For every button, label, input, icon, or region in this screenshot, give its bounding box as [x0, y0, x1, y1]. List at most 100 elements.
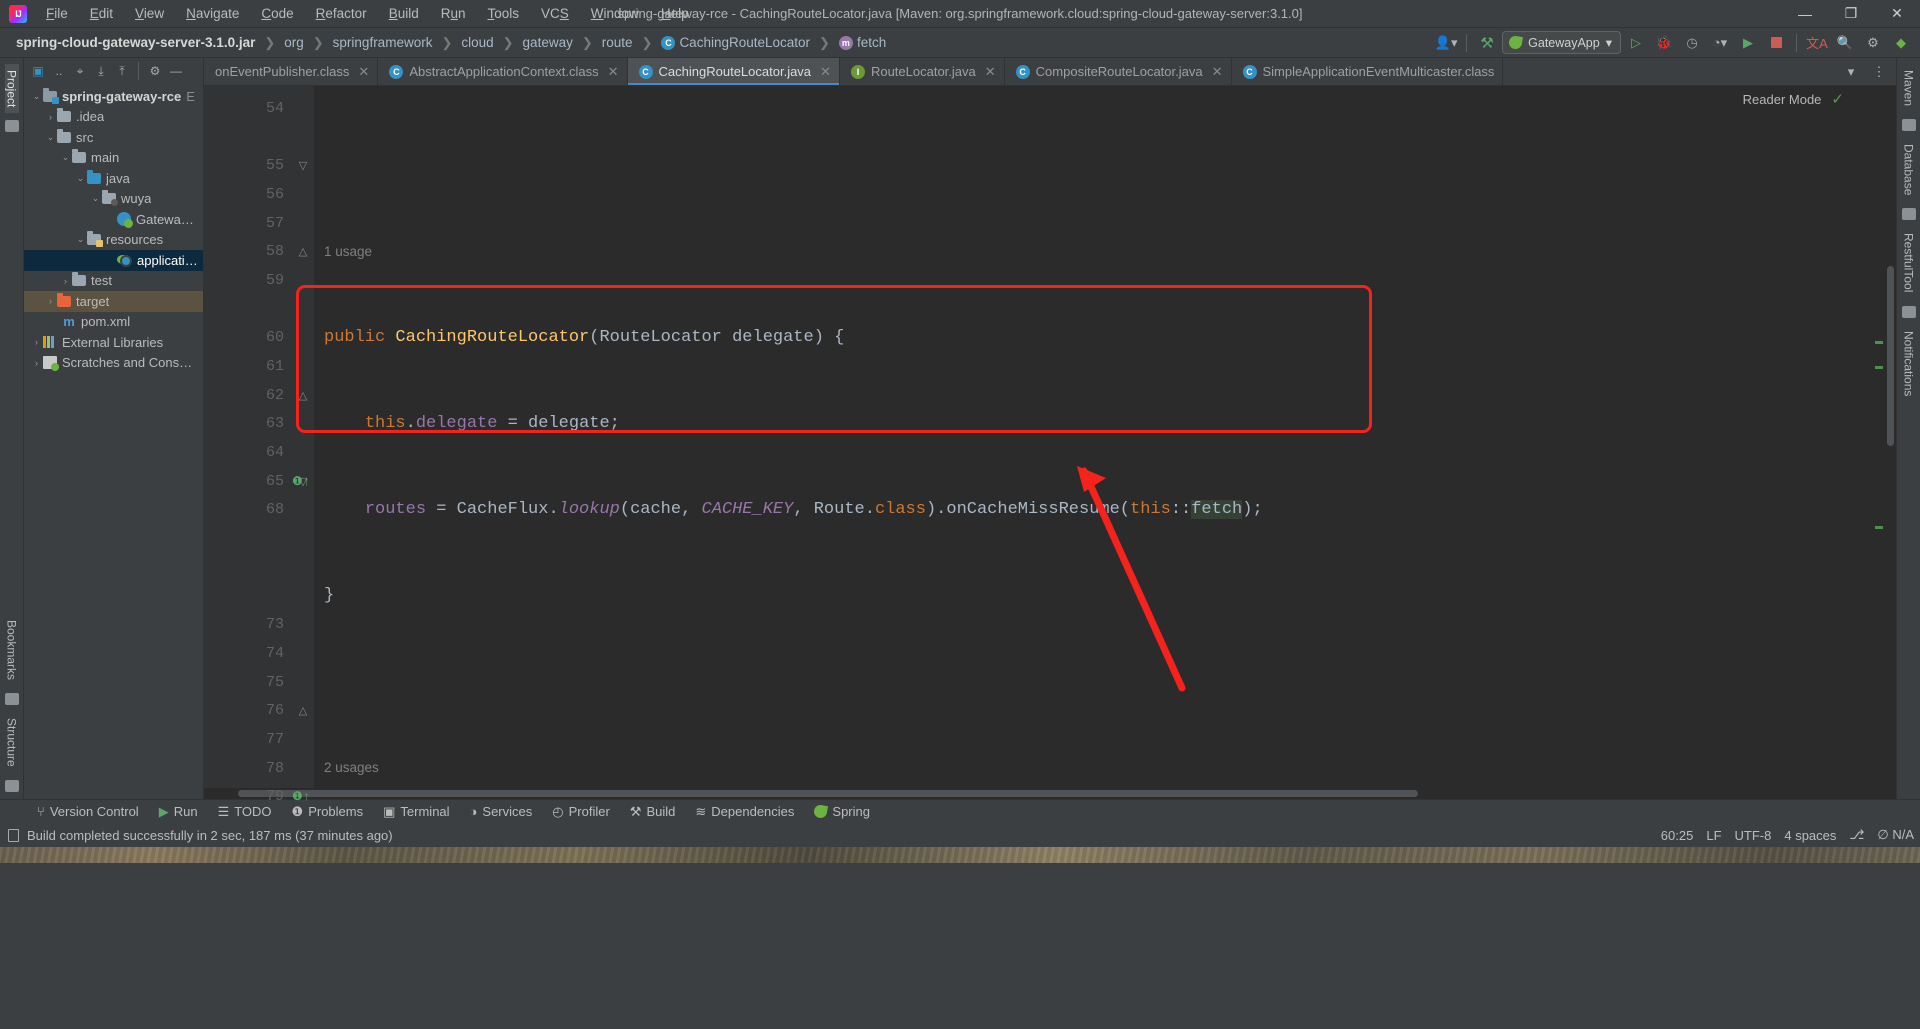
tool-window-terminal[interactable]: ▣ Terminal — [374, 802, 458, 822]
run-button[interactable]: ▶ — [1735, 31, 1761, 55]
translate-icon[interactable]: 文A — [1804, 31, 1830, 55]
run-configuration-selector[interactable]: GatewayApp ▾ — [1502, 31, 1621, 54]
override-marker-icon[interactable]: ❶↑ — [292, 789, 310, 804]
maximize-button[interactable]: ❐ — [1828, 0, 1874, 28]
menu-code[interactable]: Code — [250, 2, 304, 25]
editor-tab-simpleapplicationeventmulticaster[interactable]: C SimpleApplicationEventMulticaster.clas… — [1232, 58, 1504, 85]
fold-marker[interactable]: ▽ — [292, 151, 314, 180]
tool-window-problems[interactable]: ❶ Problems — [283, 802, 373, 822]
chevron-down-icon[interactable]: ⌄ — [30, 91, 43, 102]
tool-window-profiler[interactable]: ◴ Profiler — [543, 802, 619, 822]
breadcrumb-item-cloud[interactable]: cloud — [459, 34, 495, 51]
stripe-marker-green[interactable] — [1875, 526, 1883, 529]
search-icon[interactable]: 🔍 — [1832, 31, 1858, 55]
menu-window[interactable]: Window — [580, 2, 650, 25]
chevron-right-icon[interactable]: › — [59, 276, 72, 286]
editor-tab-compositeroutelocator[interactable]: C CompositeRouteLocator.java ✕ — [1005, 58, 1232, 85]
rail-database-label[interactable]: Database — [1902, 138, 1916, 201]
stop-button[interactable] — [1763, 31, 1789, 55]
tab-options-icon[interactable]: ⋮ — [1866, 60, 1892, 84]
usage-hint[interactable]: 2 usages — [324, 760, 379, 775]
menu-tools[interactable]: Tools — [477, 2, 531, 25]
tree-item-idea[interactable]: › .idea — [24, 107, 203, 128]
editor-tab-abstractapplicationcontext[interactable]: C AbstractApplicationContext.class ✕ — [378, 58, 628, 85]
tree-item-resources[interactable]: ⌄ resources — [24, 230, 203, 251]
expand-all-icon[interactable]: ⤓ — [91, 61, 111, 81]
tree-item-external-libraries[interactable]: › External Libraries — [24, 332, 203, 353]
menu-vcs[interactable]: VCS — [530, 2, 580, 25]
ide-update-icon[interactable]: ◆ — [1888, 31, 1914, 55]
menu-navigate[interactable]: Navigate — [175, 2, 250, 25]
tree-item-scratches-and-consoles[interactable]: › Scratches and Consoles — [24, 353, 203, 374]
usage-hint[interactable]: 1 usage — [324, 244, 372, 259]
project-settings-gear-icon[interactable]: ⚙ — [145, 61, 165, 81]
editor-body[interactable]: Reader Mode ✓ 54 55 56 57 58 59 60 61 62… — [204, 86, 1896, 805]
tree-item-gatewayapp[interactable]: GatewayApp — [24, 209, 203, 230]
locate-file-icon[interactable]: ⌖ — [70, 61, 90, 81]
maven-icon[interactable] — [1901, 119, 1916, 132]
chevron-down-icon[interactable]: ⌄ — [44, 132, 57, 143]
chevron-right-icon[interactable]: › — [30, 358, 43, 368]
breadcrumb-item-gateway[interactable]: gateway — [521, 34, 575, 51]
editor-fold-column[interactable]: ▽ △ △ ▽ △ — [292, 86, 314, 788]
close-icon[interactable]: ✕ — [1212, 64, 1223, 80]
minimize-button[interactable]: — — [1782, 0, 1828, 28]
chevron-down-icon[interactable]: ⌄ — [89, 193, 102, 204]
tree-item-main[interactable]: ⌄ main — [24, 148, 203, 169]
tool-window-services[interactable]: ◑ Services — [461, 802, 542, 821]
chevron-right-icon[interactable]: › — [44, 112, 57, 122]
editor-gutter[interactable]: 54 55 56 57 58 59 60 61 62 63 64 65 ❶↑ 6… — [204, 86, 310, 805]
rail-maven-label[interactable]: Maven — [1902, 64, 1916, 112]
tree-item-spring-gateway-rce[interactable]: ⌄ spring-gateway-rce E — [24, 86, 203, 107]
tree-item-java[interactable]: ⌄ java — [24, 168, 203, 189]
inspection-ok-icon[interactable]: ✓ — [1831, 90, 1844, 108]
tree-item-wuya[interactable]: ⌄ wuya — [24, 189, 203, 210]
error-stripe-marker-column[interactable] — [1872, 86, 1885, 788]
editor-vertical-scrollbar[interactable] — [1885, 86, 1896, 788]
chevron-down-icon[interactable]: ⌄ — [59, 152, 72, 163]
commit-icon[interactable] — [4, 120, 19, 133]
close-icon[interactable]: ✕ — [820, 64, 831, 80]
line-separator[interactable]: LF — [1706, 828, 1721, 843]
restful-tool-icon[interactable] — [1901, 305, 1916, 318]
hide-dots-icon[interactable]: .. — [49, 61, 69, 81]
tab-list-chevron-icon[interactable]: ▾ — [1838, 60, 1864, 84]
rail-structure-label[interactable]: Structure — [5, 712, 19, 773]
stripe-marker-green[interactable] — [1875, 366, 1883, 369]
editor-tab-oneventpublisher[interactable]: onEventPublisher.class ✕ — [204, 58, 379, 85]
close-button[interactable]: ✕ — [1874, 0, 1920, 28]
tree-item-target[interactable]: › target — [24, 291, 203, 312]
menu-edit[interactable]: Edit — [79, 2, 124, 25]
breadcrumb-item-method[interactable]: m fetch — [837, 34, 888, 51]
caret-position[interactable]: 60:25 — [1661, 828, 1694, 843]
editor-tab-cachingroutelocator[interactable]: C CachingRouteLocator.java ✕ — [627, 58, 840, 85]
database-icon[interactable] — [1901, 208, 1916, 221]
breadcrumb-item-springframework[interactable]: springframework — [331, 34, 435, 51]
tree-item-test[interactable]: › test — [24, 271, 203, 292]
code-content[interactable]: 1 usage public CachingRouteLocator(Route… — [314, 86, 1872, 788]
chevron-right-icon[interactable]: › — [44, 296, 57, 306]
close-icon[interactable]: ✕ — [985, 64, 996, 80]
file-encoding[interactable]: UTF-8 — [1735, 828, 1772, 843]
tree-item-src[interactable]: ⌄ src — [24, 127, 203, 148]
collapse-all-icon[interactable]: ⤒ — [112, 61, 132, 81]
menu-refactor[interactable]: Refactor — [305, 2, 378, 25]
indent-setting[interactable]: 4 spaces — [1784, 828, 1836, 843]
scrollbar-thumb[interactable] — [1887, 266, 1894, 446]
project-view-select-icon[interactable]: ▣ — [28, 61, 48, 81]
lock-status[interactable]: ∅ N/A — [1877, 827, 1914, 843]
tree-item-application-yml[interactable]: application.yml — [24, 250, 203, 271]
rail-notifications-label[interactable]: Notifications — [1902, 325, 1916, 402]
tool-window-build[interactable]: ⚒ Build — [621, 802, 685, 822]
breadcrumb-item-jar[interactable]: spring-cloud-gateway-server-3.1.0.jar — [14, 34, 257, 51]
tool-window-run[interactable]: ▶ Run — [150, 802, 207, 822]
rail-restful-label[interactable]: RestfulTool — [1902, 227, 1916, 298]
menu-file[interactable]: File — [35, 2, 79, 25]
editor-horizontal-scrollbar[interactable] — [204, 788, 1896, 799]
breadcrumb-item-route[interactable]: route — [600, 34, 635, 51]
hide-panel-icon[interactable]: — — [166, 61, 186, 81]
fold-marker[interactable]: △ — [292, 237, 314, 266]
bookmarks-icon[interactable] — [4, 693, 19, 706]
chevron-down-icon[interactable]: ⌄ — [74, 173, 87, 184]
menu-run[interactable]: Run — [430, 2, 477, 25]
